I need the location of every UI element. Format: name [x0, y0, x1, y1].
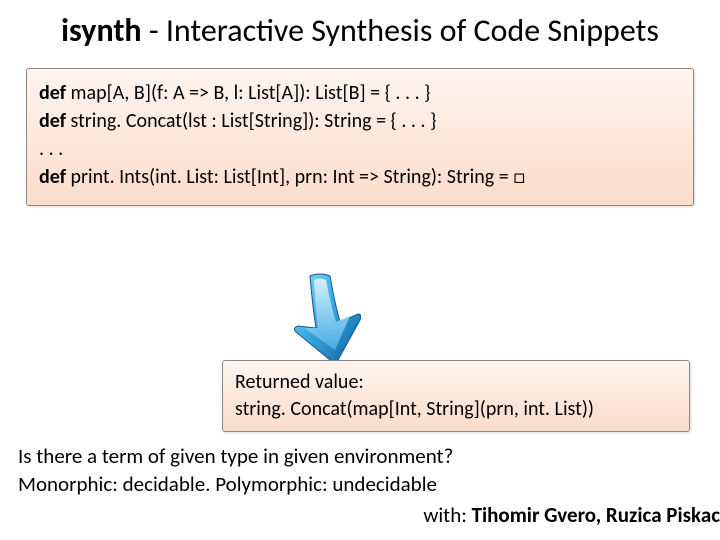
- code-text: string. Concat(lst : List[String]): Stri…: [66, 109, 436, 133]
- code-block: def map[A, B](f: A => B, l: List[A]): Li…: [26, 68, 694, 206]
- credit-names: Tihomir Gvero, Ruzica Piskac: [472, 502, 720, 528]
- footer-text: Is there a term of given type in given e…: [18, 442, 720, 529]
- code-text: print. Ints(int. List: List[Int], prn: I…: [66, 165, 525, 189]
- result-value: string. Concat(map[Int, String](prn, int…: [235, 396, 677, 423]
- result-block: Returned value: string. Concat(map[Int, …: [222, 360, 690, 432]
- keyword-def: def: [39, 165, 66, 189]
- keyword-def: def: [39, 81, 66, 105]
- down-right-arrow-icon: [290, 270, 380, 365]
- code-line-1: def map[A, B](f: A => B, l: List[A]): Li…: [39, 79, 681, 107]
- code-line-2: def string. Concat(lst : List[String]): …: [39, 107, 681, 135]
- footer-line-1: Is there a term of given type in given e…: [18, 442, 720, 470]
- result-label: Returned value:: [235, 369, 677, 396]
- slide-title: isynth - Interactive Synthesis of Code S…: [0, 0, 720, 68]
- title-rest: - Interactive Synthesis of Code Snippets: [142, 11, 659, 50]
- credit-prefix: with:: [423, 502, 471, 528]
- code-line-4: def print. Ints(int. List: List[Int], pr…: [39, 163, 681, 191]
- code-text: map[A, B](f: A => B, l: List[A]): List[B…: [66, 81, 430, 105]
- code-line-3: . . .: [39, 135, 681, 163]
- credit-line: with: Tihomir Gvero, Ruzica Piskac: [18, 501, 720, 529]
- footer-line-2: Monorphic: decidable. Polymorphic: undec…: [18, 470, 720, 498]
- title-bold: isynth: [61, 11, 141, 50]
- keyword-def: def: [39, 109, 66, 133]
